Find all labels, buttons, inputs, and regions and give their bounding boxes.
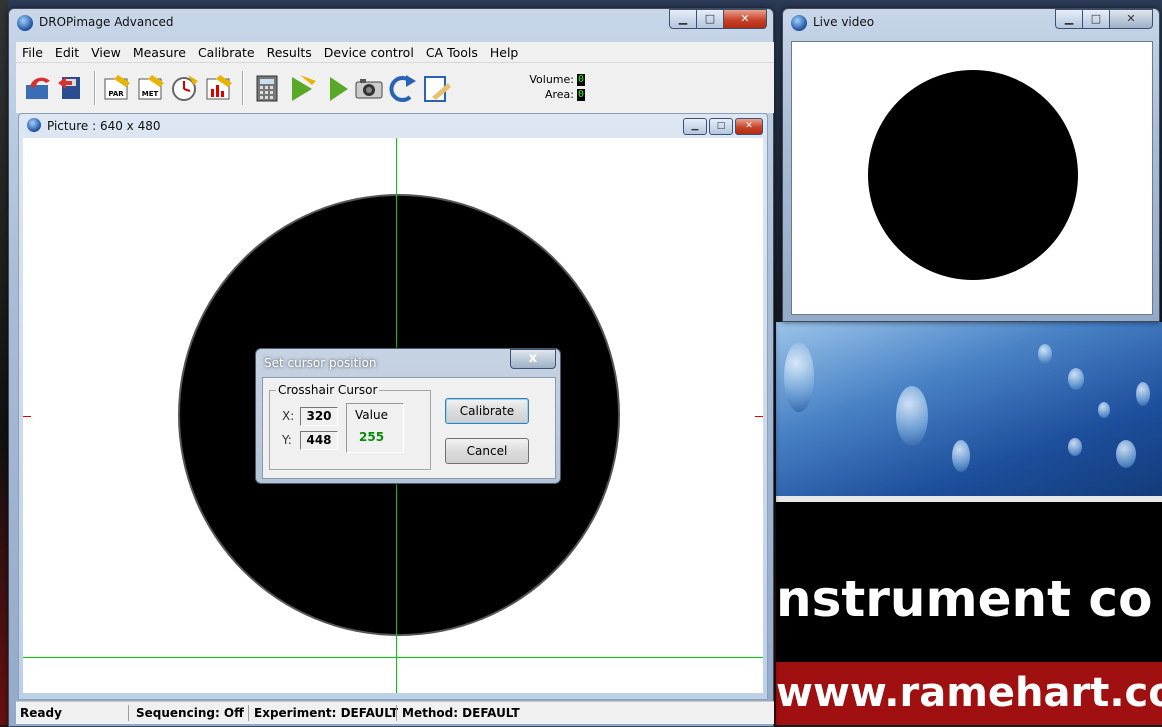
desktop-edge bbox=[0, 0, 8, 725]
x-label: X: bbox=[282, 409, 295, 423]
live-minimize-button[interactable]: ▁ bbox=[1055, 9, 1083, 29]
menu-bar: File Edit View Measure Calibrate Results… bbox=[16, 42, 774, 62]
toolbar: PAR MET Volume: 0 Area: 0 bbox=[16, 62, 774, 113]
menu-measure[interactable]: Measure bbox=[127, 45, 192, 60]
wallpaper-url-band: www.ramehart.co bbox=[776, 662, 1162, 725]
run-arrow-icon[interactable] bbox=[288, 73, 318, 103]
wallpaper-water bbox=[776, 322, 1162, 498]
minimize-button[interactable]: ▁ bbox=[669, 9, 697, 29]
area-label: Area: bbox=[544, 88, 574, 101]
right-marker bbox=[755, 416, 763, 417]
save-icon[interactable] bbox=[56, 73, 86, 103]
live-titlebar[interactable]: Live video ▁ □ ✕ bbox=[783, 9, 1159, 35]
clipboard-icon[interactable] bbox=[422, 73, 452, 103]
calibrate-button[interactable]: Calibrate bbox=[445, 398, 529, 424]
volume-value: 0 bbox=[577, 74, 585, 86]
picture-minimize-button[interactable]: ▁ bbox=[683, 118, 707, 135]
set-cursor-dialog: Set cursor position x Crosshair Cursor X… bbox=[255, 348, 561, 484]
live-window-icon bbox=[791, 15, 807, 31]
water-drop bbox=[784, 342, 814, 412]
play-icon[interactable] bbox=[322, 73, 352, 103]
y-field[interactable]: 448 bbox=[300, 431, 338, 450]
wallpaper-brand-text: nstrument co bbox=[776, 570, 1153, 628]
crosshair-group-label: Crosshair Cursor bbox=[276, 383, 380, 397]
close-button[interactable]: ✕ bbox=[723, 9, 767, 29]
picture-window-icon bbox=[27, 118, 41, 132]
dialog-body: Crosshair Cursor X: 320 Y: 448 Value 255… bbox=[262, 377, 556, 479]
crosshair-horizontal[interactable] bbox=[23, 657, 763, 658]
water-drop bbox=[896, 386, 928, 446]
menu-ca-tools[interactable]: CA Tools bbox=[420, 45, 484, 60]
water-drop bbox=[952, 440, 970, 472]
camera-icon[interactable] bbox=[354, 73, 384, 103]
menu-device-control[interactable]: Device control bbox=[318, 45, 420, 60]
menu-file[interactable]: File bbox=[16, 45, 49, 60]
value-label: Value bbox=[355, 408, 388, 422]
status-bar: Ready Sequencing: Off Experiment: DEFAUL… bbox=[16, 701, 774, 724]
value-box: Value 255 bbox=[346, 403, 404, 453]
chart-icon[interactable] bbox=[204, 73, 234, 103]
x-field[interactable]: 320 bbox=[300, 407, 338, 426]
menu-view[interactable]: View bbox=[85, 45, 127, 60]
water-drop bbox=[1068, 368, 1084, 390]
crosshair-group: Crosshair Cursor X: 320 Y: 448 Value 255 bbox=[269, 383, 431, 470]
dialog-close-button[interactable]: x bbox=[510, 349, 556, 369]
live-window-title: Live video bbox=[813, 15, 875, 29]
picture-close-button[interactable]: ✕ bbox=[735, 118, 763, 135]
cancel-button[interactable]: Cancel bbox=[445, 438, 529, 464]
picture-maximize-button[interactable]: □ bbox=[709, 118, 733, 135]
rotate-icon[interactable] bbox=[388, 73, 418, 103]
status-ready: Ready bbox=[20, 706, 62, 720]
menu-results[interactable]: Results bbox=[261, 45, 318, 60]
par-icon[interactable]: PAR bbox=[102, 73, 132, 103]
status-experiment: Experiment: DEFAULT bbox=[254, 706, 399, 720]
main-titlebar[interactable]: DROPimage Advanced ▁ □ ✕ bbox=[9, 9, 773, 35]
wallpaper-url-text: www.ramehart.co bbox=[776, 670, 1162, 716]
picture-window-title: Picture : 640 x 480 bbox=[47, 119, 161, 133]
water-drop bbox=[1038, 344, 1052, 364]
menu-calibrate[interactable]: Calibrate bbox=[192, 45, 261, 60]
open-icon[interactable] bbox=[24, 73, 54, 103]
menu-help[interactable]: Help bbox=[484, 45, 525, 60]
status-method: Method: DEFAULT bbox=[402, 706, 520, 720]
calculator-icon[interactable] bbox=[252, 73, 282, 103]
live-maximize-button[interactable]: □ bbox=[1082, 9, 1110, 29]
met-icon[interactable]: MET bbox=[136, 73, 166, 103]
area-value: 0 bbox=[577, 89, 585, 101]
live-video-window: Live video ▁ □ ✕ bbox=[782, 8, 1160, 322]
value-readout: 255 bbox=[359, 430, 385, 444]
water-drop bbox=[1136, 382, 1150, 406]
water-drop bbox=[1116, 440, 1136, 468]
met-text: MET bbox=[142, 90, 159, 98]
timer-icon[interactable] bbox=[170, 73, 200, 103]
water-drop bbox=[1098, 402, 1110, 418]
dialog-title: Set cursor position bbox=[264, 356, 377, 370]
status-sequencing: Sequencing: Off bbox=[136, 706, 244, 720]
left-marker bbox=[23, 416, 31, 417]
live-close-button[interactable]: ✕ bbox=[1109, 9, 1153, 29]
y-label: Y: bbox=[282, 433, 292, 447]
maximize-button[interactable]: □ bbox=[696, 9, 724, 29]
menu-edit[interactable]: Edit bbox=[49, 45, 85, 60]
volume-label: Volume: bbox=[529, 73, 574, 86]
par-text: PAR bbox=[108, 90, 124, 98]
app-icon bbox=[17, 15, 33, 31]
water-drop bbox=[1068, 438, 1082, 456]
picture-titlebar[interactable]: Picture : 640 x 480 ▁ □ ✕ bbox=[19, 114, 767, 136]
live-video-canvas bbox=[791, 41, 1153, 315]
main-window-title: DROPimage Advanced bbox=[39, 15, 174, 29]
live-drop-image bbox=[868, 70, 1078, 280]
